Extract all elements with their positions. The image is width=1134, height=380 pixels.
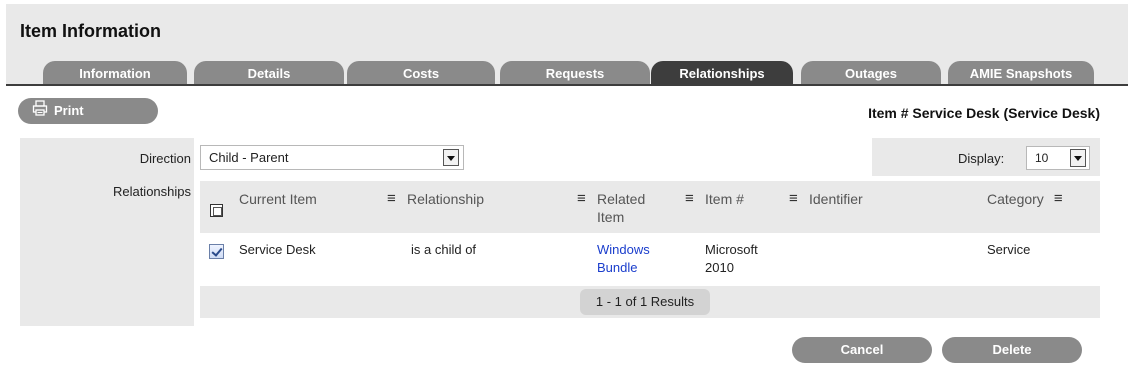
column-related-item-label: Related Item (597, 191, 646, 225)
cell-category: Service (987, 242, 1031, 257)
direction-select[interactable]: Child - Parent (200, 145, 464, 170)
cell-item-number: Microsoft 2010 (705, 242, 758, 275)
delete-button[interactable]: Delete (942, 337, 1082, 363)
column-relationship-label: Relationship (407, 191, 485, 207)
column-menu-icon[interactable]: ≡ (685, 190, 699, 208)
row-checkbox[interactable] (209, 244, 224, 259)
cell-relationship: is a child of (411, 242, 477, 257)
tab-amie-snapshots[interactable]: AMIE Snapshots (948, 61, 1094, 86)
column-menu-icon[interactable]: ≡ (789, 190, 803, 208)
item-heading: Item # Service Desk (Service Desk) (868, 105, 1100, 121)
column-related-item[interactable]: ≡ Related Item (577, 190, 667, 226)
display-value: 10 (1035, 151, 1049, 165)
cell-related-item-link[interactable]: Windows Bundle (597, 241, 663, 277)
column-identifier-label: Identifier (809, 191, 863, 207)
column-menu-icon[interactable]: ≡ (577, 190, 591, 208)
title-bar: Item Information (6, 4, 1128, 52)
tab-relationships[interactable]: Relationships (651, 61, 793, 86)
column-item-number[interactable]: ≡ Item # (685, 190, 744, 208)
column-item-number-label: Item # (705, 191, 744, 207)
label-panel (20, 138, 194, 326)
tab-details[interactable]: Details (194, 61, 344, 86)
column-relationship[interactable]: ≡ Relationship (387, 190, 484, 208)
column-menu-icon[interactable]: ≡ (387, 190, 401, 208)
select-all-checkbox[interactable] (210, 204, 223, 217)
print-label: Print (54, 103, 84, 118)
tab-information[interactable]: Information (43, 61, 187, 86)
display-label: Display: (958, 151, 1005, 166)
relationships-label: Relationships (112, 184, 191, 199)
tab-outages[interactable]: Outages (801, 61, 941, 86)
direction-value: Child - Parent (209, 150, 289, 165)
printer-icon (32, 99, 48, 125)
tab-requests[interactable]: Requests (500, 61, 650, 86)
direction-label: Direction (139, 151, 191, 166)
column-current-item[interactable]: Current Item (239, 190, 317, 208)
column-identifier[interactable]: ≡ Identifier (789, 190, 863, 208)
print-button[interactable]: Print (18, 98, 158, 124)
pagination-results: 1 - 1 of 1 Results (580, 289, 710, 315)
tab-costs[interactable]: Costs (347, 61, 495, 86)
column-menu-icon[interactable]: ≡ (1054, 190, 1068, 208)
page-title: Item Information (20, 21, 162, 41)
chevron-down-icon[interactable] (1070, 149, 1086, 167)
column-category[interactable]: Category ≡ (987, 190, 1068, 208)
display-select[interactable]: 10 (1026, 146, 1090, 170)
column-category-label: Category (987, 191, 1044, 207)
tab-bar: Information Details Costs Requests Relat… (6, 52, 1128, 86)
cell-current-item: Service Desk (239, 242, 316, 257)
cancel-button[interactable]: Cancel (792, 337, 932, 363)
chevron-down-icon[interactable] (443, 149, 459, 166)
